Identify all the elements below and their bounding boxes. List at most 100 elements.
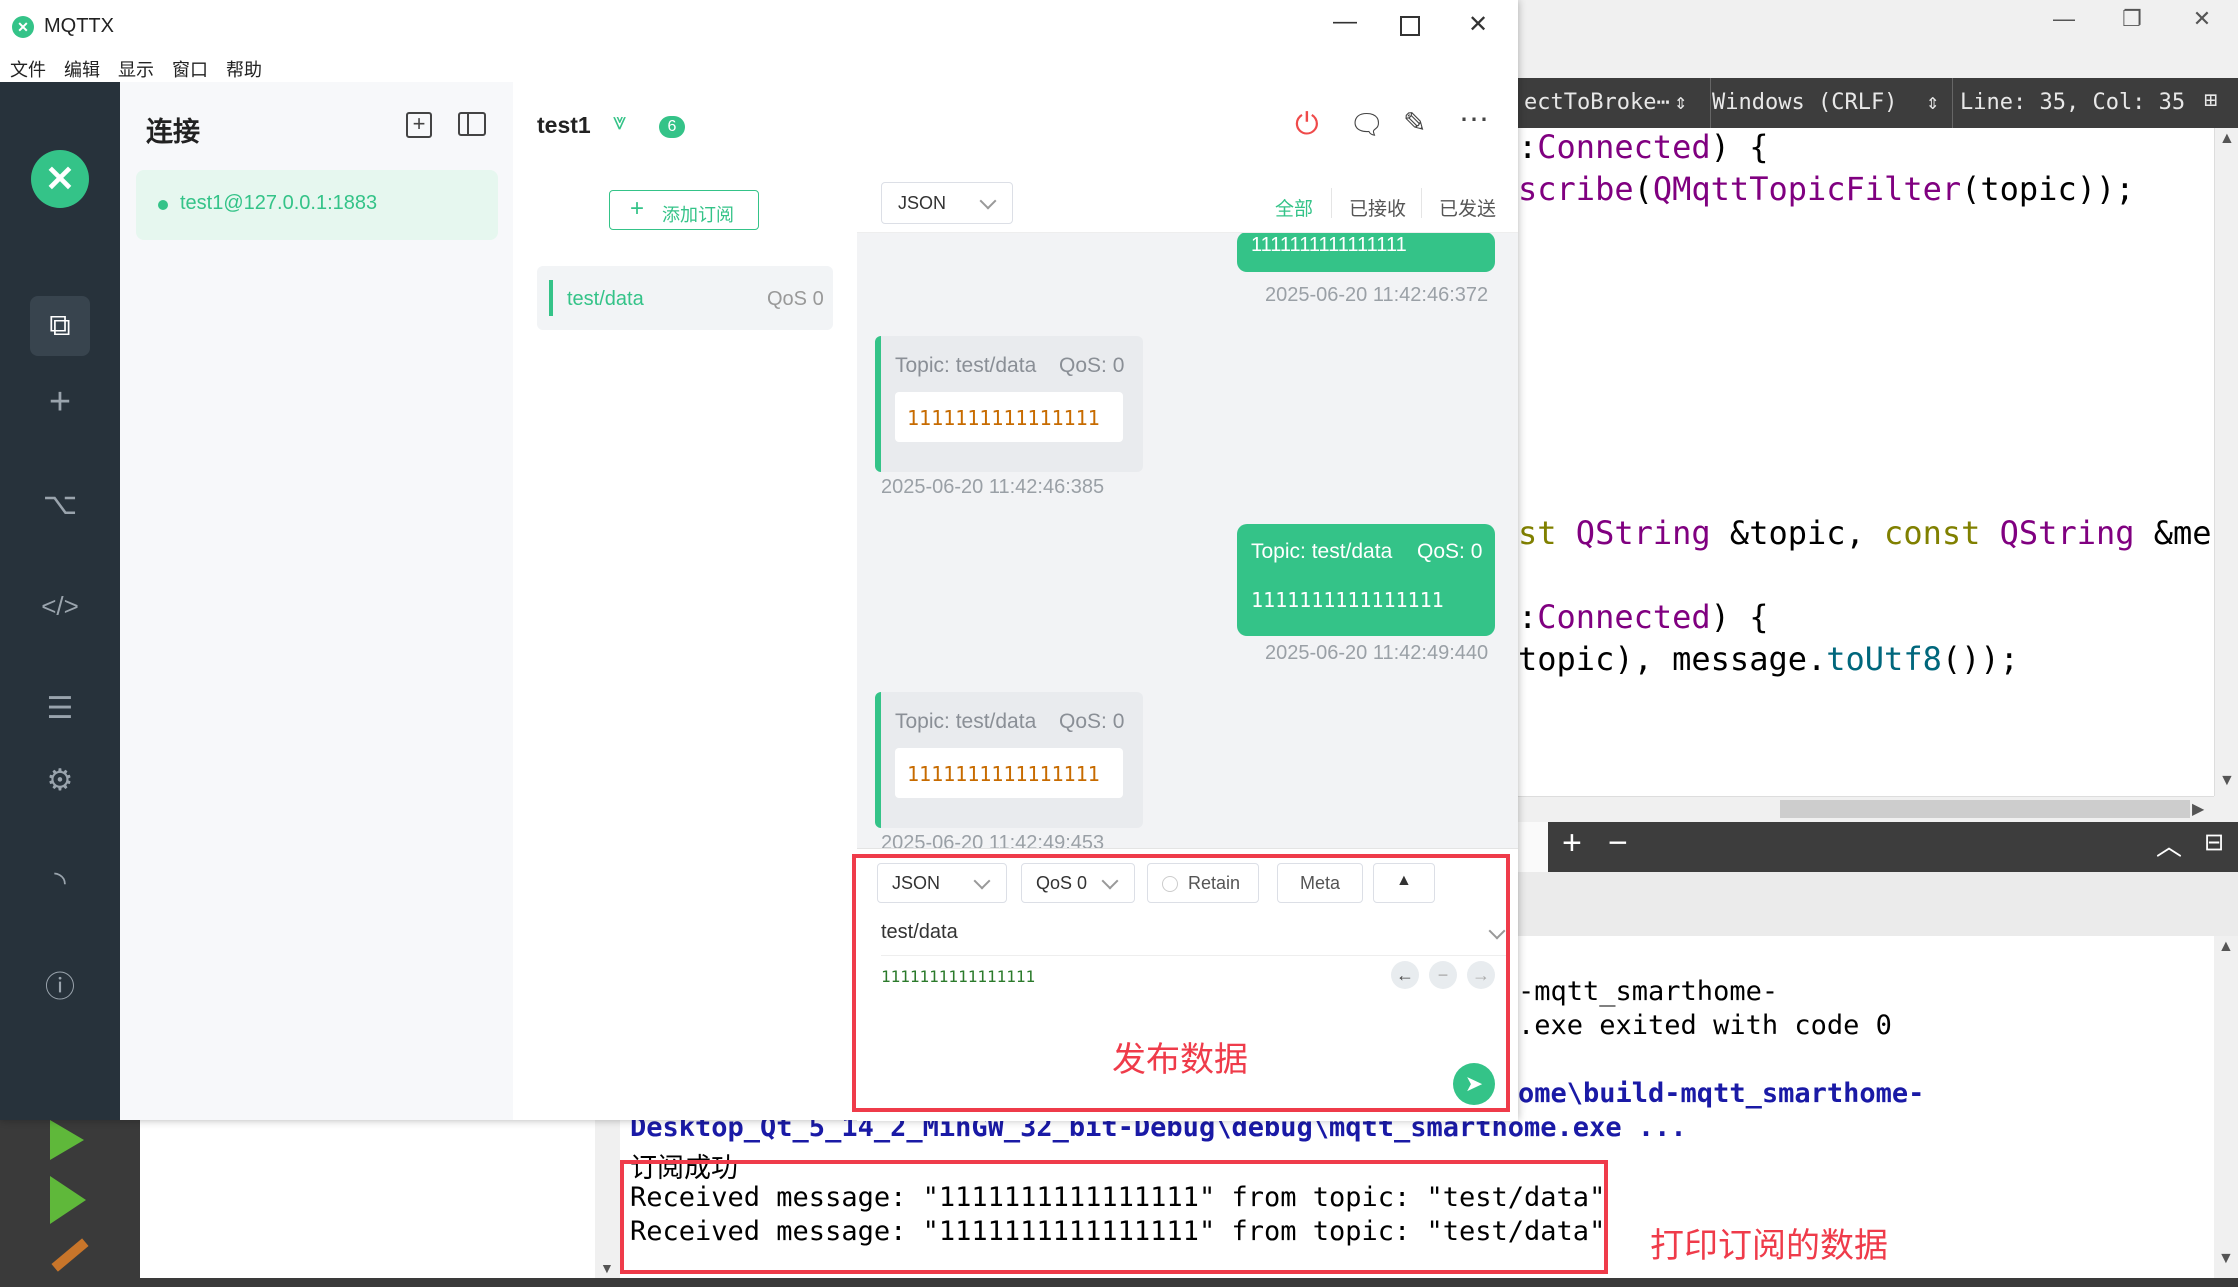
log-icon[interactable]: ☰ bbox=[30, 678, 90, 738]
function-combo[interactable]: ectToBroke⋯ bbox=[1524, 90, 1670, 115]
restore-icon[interactable]: ❐ bbox=[2112, 4, 2152, 34]
message-filter-bar: JSON 全部 已接收 已发送 bbox=[857, 172, 1518, 233]
add-subscription-label: 添加订阅 bbox=[662, 205, 734, 225]
mqttx-titlebar: ✕ MQTTX — ✕ bbox=[0, 0, 1518, 52]
side-panel-scrollbar[interactable]: ▼ bbox=[595, 1120, 620, 1287]
arrow-right-icon[interactable]: ▶ bbox=[2192, 799, 2204, 819]
plus-icon: + bbox=[630, 195, 645, 222]
edit-pencil-icon[interactable]: ✎ bbox=[1403, 106, 1426, 139]
menu-view[interactable]: 显示 bbox=[118, 56, 154, 82]
message-time: 2025-06-20 11:42:49:440 bbox=[1265, 642, 1489, 664]
chat-icon[interactable]: 🗨 bbox=[1349, 108, 1385, 141]
message-payload-box: 1111111111111111 bbox=[895, 748, 1123, 798]
output-scrollbar[interactable]: ▲ ▼ bbox=[2214, 936, 2238, 1278]
filter-tab-received[interactable]: 已接收 bbox=[1349, 194, 1406, 221]
about-info-icon[interactable]: ⓘ bbox=[30, 954, 90, 1014]
message-topic: Topic: test/data bbox=[1251, 540, 1393, 563]
debug-run-icon[interactable] bbox=[50, 1176, 86, 1224]
sent-message-bubble[interactable]: Topic: test/data QoS: 0 1111111111111111 bbox=[1237, 524, 1495, 636]
message-topic: Topic: test/data bbox=[895, 354, 1037, 377]
message-qos: QoS: 0 bbox=[1059, 354, 1125, 377]
output-line: .exe exited with code 0 bbox=[1518, 1010, 1892, 1041]
toggle-sidebar-icon[interactable] bbox=[458, 112, 486, 136]
cursor-position: Line: 35, Col: 35 bbox=[1960, 90, 2186, 115]
qt-titlebar: — ❐ ✕ bbox=[1518, 0, 2238, 78]
sent-message-bubble[interactable]: 1111111111111111 bbox=[1237, 232, 1495, 272]
topology-icon[interactable]: ⌥ bbox=[30, 474, 90, 534]
arrow-up-icon[interactable]: ▲ bbox=[2218, 938, 2234, 956]
more-icon[interactable]: ⋯ bbox=[1459, 102, 1491, 137]
connection-status-dot bbox=[158, 200, 168, 210]
publish-annotation: 发布数据 bbox=[1112, 1041, 1248, 1079]
arrow-down-icon[interactable]: ▼ bbox=[600, 1260, 614, 1276]
message-format-select[interactable]: JSON bbox=[881, 182, 1013, 224]
close-icon[interactable]: ✕ bbox=[2182, 4, 2222, 34]
message-payload: 1111111111111111 bbox=[1251, 588, 1444, 612]
received-message-bubble[interactable]: Topic: test/data QoS: 0 1111111111111111 bbox=[875, 692, 1143, 828]
chevron-up-icon[interactable]: ︿ bbox=[2156, 826, 2182, 863]
output-tabbar bbox=[1518, 872, 2238, 936]
arrow-down-icon[interactable]: ▼ bbox=[2218, 1250, 2234, 1268]
close-pane-icon[interactable]: ⊟ bbox=[2204, 828, 2224, 857]
subscribe-feed-icon[interactable]: ◝ bbox=[30, 852, 90, 912]
minus-icon[interactable]: − bbox=[1608, 824, 1628, 863]
filter-tab-sent[interactable]: 已发送 bbox=[1439, 194, 1496, 221]
message-payload-box: 1111111111111111 bbox=[895, 392, 1123, 442]
close-icon[interactable]: ✕ bbox=[1468, 10, 1488, 39]
code-editor[interactable]: :Connected) { scribe(QMqttTopicFilter(to… bbox=[1518, 128, 2214, 796]
build-hammer-icon[interactable] bbox=[51, 1238, 89, 1272]
window-title: MQTTX bbox=[44, 15, 114, 37]
connection-name: test1@127.0.0.1:1883 bbox=[180, 192, 378, 214]
menu-window[interactable]: 窗口 bbox=[172, 56, 208, 82]
script-code-icon[interactable]: </> bbox=[30, 576, 90, 636]
subscription-item[interactable]: test/data QoS 0 bbox=[537, 266, 833, 330]
message-qos: QoS: 0 bbox=[1417, 540, 1483, 563]
subscription-qos: QoS 0 bbox=[767, 288, 824, 310]
minimize-icon[interactable]: — bbox=[2044, 4, 2084, 34]
filter-tab-all[interactable]: 全部 bbox=[1275, 194, 1313, 221]
code-line: :Connected) { bbox=[1518, 128, 1769, 166]
add-subscription-button[interactable]: + 添加订阅 bbox=[609, 190, 759, 230]
output-line: ome\build-mqtt_smarthome- bbox=[1518, 1078, 1925, 1109]
menu-file[interactable]: 文件 bbox=[10, 56, 46, 82]
arrow-up-icon[interactable]: ▲ bbox=[2219, 130, 2235, 148]
menu-edit[interactable]: 编辑 bbox=[64, 56, 100, 82]
menubar: 文件 编辑 显示 窗口 帮助 bbox=[0, 52, 1518, 82]
collapse-chevron-icon[interactable]: ⩔ bbox=[613, 108, 627, 136]
output-line: -mqtt_smarthome- bbox=[1518, 976, 1779, 1007]
message-payload: 1111111111111111 bbox=[1251, 234, 1407, 256]
menu-help[interactable]: 帮助 bbox=[226, 56, 262, 82]
chevron-updown-icon: ⇕ bbox=[1674, 90, 1688, 115]
connection-header: test1 ⩔ 6 ⏻ 🗨 ✎ ⋯ bbox=[513, 82, 1518, 173]
arrow-down-icon[interactable]: ▼ bbox=[2219, 772, 2235, 790]
message-time: 2025-06-20 11:42:49:453 bbox=[881, 832, 1105, 848]
minimize-icon[interactable]: — bbox=[1330, 8, 1360, 36]
status-bar bbox=[0, 1278, 2238, 1287]
received-message-bubble[interactable]: Topic: test/data QoS: 0 1111111111111111 bbox=[875, 336, 1143, 472]
qt-mode-sidebar bbox=[0, 1120, 140, 1287]
output-highlight-box bbox=[620, 1160, 1608, 1274]
new-connection-icon[interactable]: + bbox=[30, 372, 90, 432]
run-icon[interactable] bbox=[50, 1120, 84, 1160]
editor-vertical-scrollbar[interactable]: ▲ ▼ bbox=[2214, 128, 2238, 796]
maximize-icon[interactable] bbox=[1400, 16, 1420, 36]
subscriptions-panel: + 添加订阅 test/data QoS 0 bbox=[513, 172, 858, 1120]
message-time: 2025-06-20 11:42:46:385 bbox=[881, 476, 1105, 498]
plus-icon[interactable]: + bbox=[1562, 824, 1582, 863]
active-connection-name: test1 bbox=[537, 112, 591, 138]
code-line: scribe(QMqttTopicFilter(topic)); bbox=[1518, 170, 2135, 208]
chevron-updown-icon: ⇕ bbox=[1926, 90, 1940, 115]
mqttx-logo-icon: ✕ bbox=[12, 16, 34, 38]
code-line: :Connected) { bbox=[1518, 598, 1769, 636]
add-connection-icon[interactable]: + bbox=[406, 112, 432, 138]
settings-gear-icon[interactable]: ⚙ bbox=[30, 750, 90, 810]
message-count-badge: 6 bbox=[659, 116, 685, 138]
message-payload: 1111111111111111 bbox=[907, 762, 1100, 786]
connections-icon[interactable]: ⧉ bbox=[30, 296, 90, 356]
line-endings-combo[interactable]: Windows (CRLF) bbox=[1712, 90, 1897, 115]
message-list[interactable]: 1111111111111111 2025-06-20 11:42:46:372… bbox=[857, 172, 1518, 848]
disconnect-power-icon[interactable]: ⏻ bbox=[1295, 108, 1319, 142]
connection-item[interactable]: test1@127.0.0.1:1883 bbox=[136, 170, 498, 240]
scrollbar-thumb[interactable] bbox=[1780, 800, 2190, 818]
split-icon[interactable]: ⊞ bbox=[2204, 88, 2217, 113]
